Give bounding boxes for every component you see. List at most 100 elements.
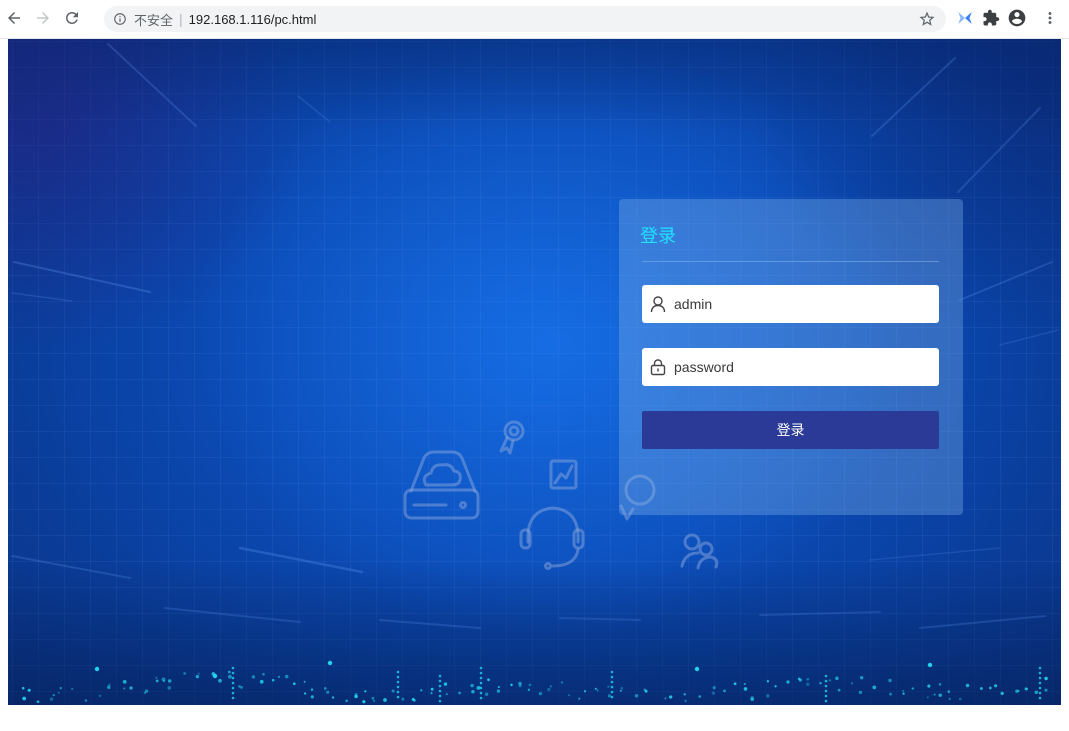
background-dot: [479, 686, 483, 690]
password-field[interactable]: [642, 348, 939, 386]
info-icon[interactable]: [113, 12, 127, 26]
background-dot: [396, 670, 400, 674]
background-dot: [303, 680, 306, 683]
background-dot: [496, 689, 501, 693]
background-dot: [527, 688, 531, 692]
background-dot: [828, 679, 832, 682]
background-dot: [123, 687, 126, 690]
background-dot: [231, 681, 235, 685]
background-dot: [620, 687, 624, 690]
extension-button[interactable]: [956, 9, 974, 27]
browser-toolbar: 不安全 | 192.168.1.116/pc.html: [0, 0, 1069, 39]
background-dot: [143, 691, 147, 695]
login-panel: 登录 登录: [619, 199, 963, 515]
back-button[interactable]: [5, 9, 23, 27]
background-dot: [479, 696, 483, 700]
background-dot: [364, 690, 367, 693]
background-dot: [21, 686, 25, 690]
background-dot: [251, 675, 256, 679]
background-dot: [155, 676, 158, 679]
profile-button[interactable]: [1007, 8, 1027, 28]
background-dot: [84, 699, 88, 702]
background-dot: [824, 684, 828, 688]
address-separator: |: [179, 11, 183, 27]
background-dot: [510, 683, 513, 687]
browser-menu-button[interactable]: [1041, 9, 1059, 27]
background-dot: [1044, 676, 1048, 681]
background-dot: [470, 683, 474, 688]
background-dot: [610, 685, 614, 689]
login-button[interactable]: 登录: [642, 411, 939, 449]
background-dot: [683, 693, 686, 696]
background-dot: [284, 674, 289, 679]
background-dot: [610, 695, 614, 699]
background-dot: [965, 683, 970, 688]
background-dot: [723, 689, 726, 693]
light-ray: [559, 617, 641, 621]
background-dot: [262, 672, 265, 676]
background-dot: [458, 691, 461, 695]
background-dot: [396, 680, 400, 684]
background-dot: [354, 694, 358, 699]
background-dot: [824, 699, 828, 703]
background-dot: [259, 679, 264, 684]
extension-arrows-icon: [956, 9, 974, 27]
background-dot: [568, 694, 571, 697]
background-dot: [933, 693, 936, 696]
background-dot: [549, 685, 552, 688]
background-dot: [327, 660, 333, 666]
star-icon: [918, 10, 936, 28]
background-dot: [479, 681, 483, 685]
background-dot: [684, 699, 687, 703]
bookmark-button[interactable]: [918, 10, 936, 28]
light-ray: [759, 611, 881, 616]
background-dot: [610, 670, 614, 674]
background-dot: [927, 662, 933, 668]
extensions-menu-button[interactable]: [982, 9, 1000, 27]
username-input[interactable]: [642, 285, 939, 323]
background-dot: [479, 691, 483, 695]
reload-button[interactable]: [63, 9, 81, 27]
background-dot: [129, 686, 133, 690]
background-dot: [197, 672, 200, 675]
password-input[interactable]: [642, 348, 939, 386]
background-dot: [664, 697, 667, 700]
background-dot: [383, 698, 387, 702]
background-dot: [766, 694, 770, 698]
cloud-drive-icon: [403, 450, 480, 520]
background-dot: [634, 694, 639, 698]
light-ray: [871, 57, 956, 137]
forward-button[interactable]: [34, 9, 52, 27]
background-dot: [430, 691, 433, 695]
background-dot: [183, 672, 187, 675]
background-dot: [1038, 676, 1042, 680]
background-dot: [644, 689, 648, 693]
background-dot: [607, 694, 612, 698]
background-dot: [859, 675, 864, 680]
background-dot: [872, 685, 877, 690]
chart-icon: [549, 459, 578, 490]
background-dot: [958, 697, 962, 701]
background-dot: [59, 686, 62, 690]
background-dot: [497, 685, 500, 689]
light-ray: [13, 261, 151, 293]
more-vert-icon: [1041, 9, 1059, 27]
background-dot: [292, 682, 296, 686]
background-dot: [362, 700, 366, 704]
background-dot: [835, 676, 839, 681]
address-bar[interactable]: 不安全 | 192.168.1.116/pc.html: [104, 6, 946, 32]
username-field[interactable]: [642, 285, 939, 323]
background-dot: [411, 697, 415, 701]
login-page: 登录 登录: [8, 39, 1061, 705]
light-ray: [11, 292, 73, 302]
light-ray: [297, 95, 331, 123]
background-dot: [1017, 689, 1020, 692]
background-dot: [231, 696, 235, 700]
background-dot: [743, 687, 748, 691]
background-dot: [594, 687, 597, 690]
background-dot: [980, 687, 983, 690]
background-dot: [806, 682, 810, 686]
background-dot: [798, 678, 802, 682]
medal-icon: [499, 420, 525, 455]
background-dot: [750, 697, 754, 701]
